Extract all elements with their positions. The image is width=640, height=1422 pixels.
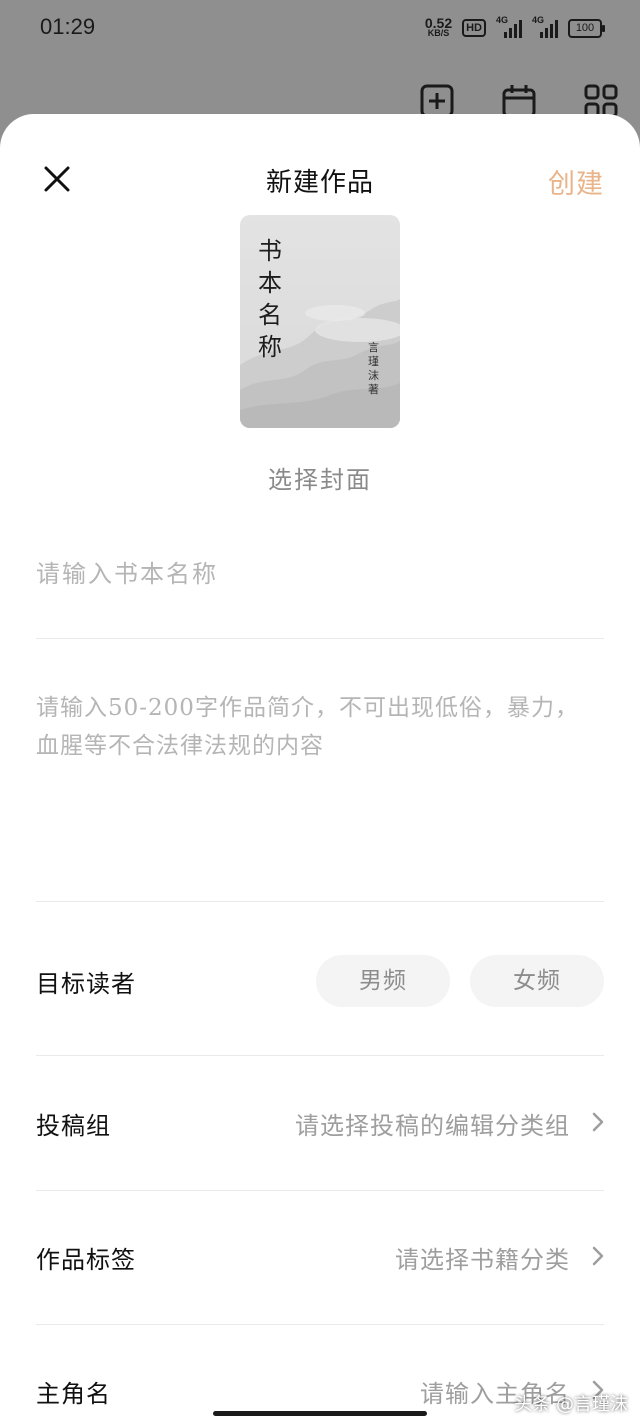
hd-voice-icon: HD [462,19,486,37]
signal-label-2: 4G [532,15,545,25]
signal-label: 4G [496,15,509,25]
select-cover-link[interactable]: 选择封面 [0,460,640,495]
target-reader-row: 目标读者 男频 女频 [36,950,604,1010]
status-bar: 01:29 0.52 KB/S HD 4G 4G 100 [0,0,640,56]
divider [36,1055,604,1056]
create-button[interactable]: 创建 [548,162,604,201]
grid-icon[interactable] [584,84,618,118]
book-cover[interactable]: 书本名称 言瑾沫 著 [240,215,400,428]
network-speed-value: 0.52 [424,15,453,31]
battery-icon: 100 [568,18,605,38]
page-title: 新建作品 [265,168,374,198]
chevron-right-icon [592,1246,604,1266]
status-indicators: 0.52 KB/S HD 4G 4G 100 [424,14,605,42]
signal-icon-2: 4G [532,15,558,38]
book-name-input[interactable]: 请输入书本名称 [36,554,604,594]
network-speed-unit: KB/S [427,28,450,38]
background-toolbar [420,84,618,118]
new-work-sheet: 新建作品 创建 书本名称 言瑾沫 著 选择封面 请输入书本名称 请输入50-20… [0,114,640,1422]
chevron-right-icon [592,1112,604,1132]
watermark: 头条 @言瑾沫 [514,1394,628,1415]
target-reader-label: 目标读者 [36,970,136,998]
submission-group-value: 请选择投稿的编辑分类组 [295,1112,570,1140]
female-channel-option[interactable]: 女频 [470,955,604,1007]
cover-book-title: 书本名称 [258,237,282,361]
submission-group-row[interactable]: 投稿组 请选择投稿的编辑分类组 [36,1092,604,1152]
submission-group-label: 投稿组 [36,1112,111,1140]
signal-icon: 4G [496,15,522,38]
add-box-icon[interactable] [420,84,454,118]
cover-author: 言瑾沫 著 [368,341,379,396]
description-textarea[interactable]: 请输入50-200字作品简介，不可出现低俗，暴力，血腥等不合法律法规的内容 [36,689,596,765]
home-indicator[interactable] [213,1411,427,1416]
status-time: 01:29 [40,14,96,39]
work-tags-label: 作品标签 [36,1246,136,1274]
divider [36,638,604,639]
divider [36,901,604,902]
work-tags-row[interactable]: 作品标签 请选择书籍分类 [36,1226,604,1286]
male-channel-option[interactable]: 男频 [316,955,450,1007]
calendar-icon[interactable] [502,84,536,118]
network-speed: 0.52 KB/S [424,15,453,38]
protagonist-label: 主角名 [36,1380,111,1408]
work-tags-value: 请选择书籍分类 [395,1246,570,1274]
divider [36,1324,604,1325]
divider [36,1190,604,1191]
